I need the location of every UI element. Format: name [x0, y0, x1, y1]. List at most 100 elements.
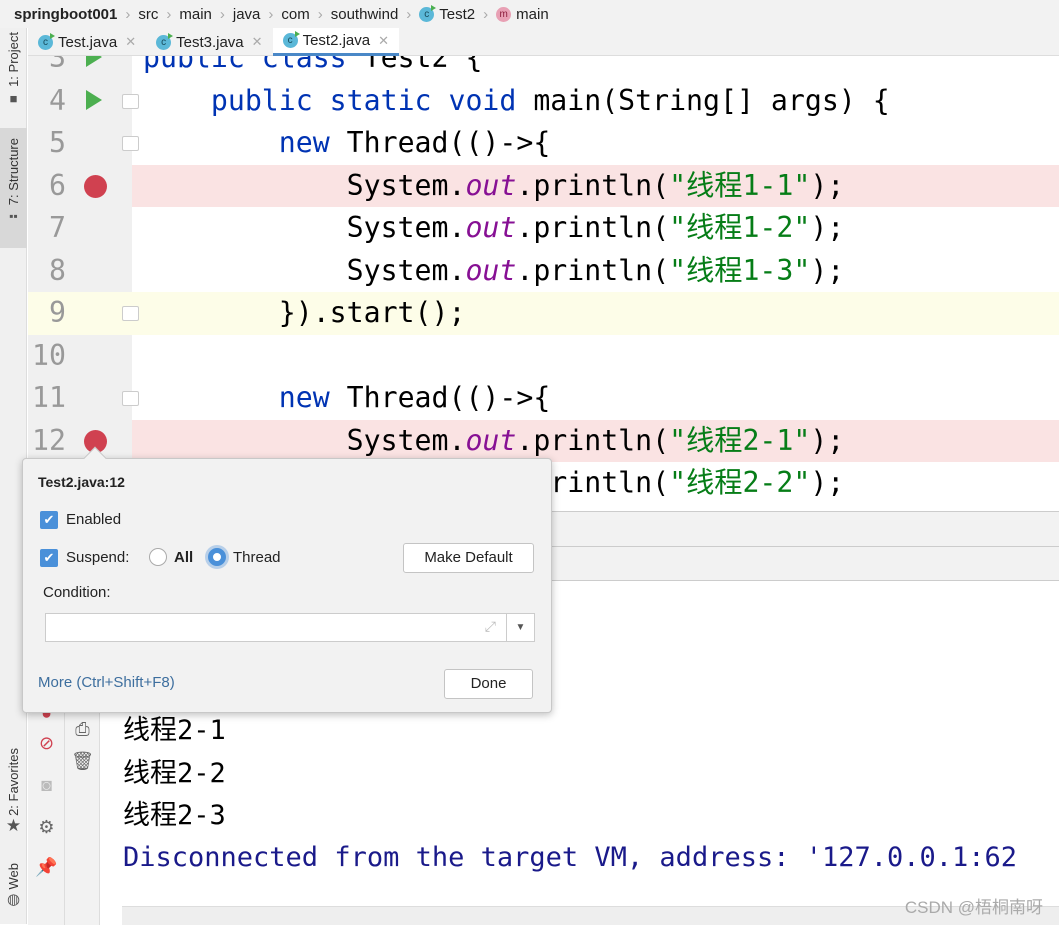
code-text: public static void main(String[] args) {	[132, 80, 1059, 123]
run-icon[interactable]	[86, 89, 102, 110]
code-line[interactable]: 9 }).start();	[28, 292, 1059, 335]
code-line[interactable]: 11 new Thread(()->{	[28, 377, 1059, 420]
code-line[interactable]: 8 System.out.println("线程1-3");	[28, 250, 1059, 293]
mute-breakpoints-icon[interactable]: ⊘	[28, 733, 65, 754]
code-editor[interactable]: 3 public class Test2 {4 public static voi…	[28, 56, 1059, 511]
console-line: 线程2-1	[123, 715, 226, 746]
close-icon[interactable]: ✕	[125, 34, 136, 50]
breadcrumb-item[interactable]: java	[233, 6, 261, 23]
suspend-label: Suspend:	[66, 549, 130, 566]
code-token: public class	[143, 56, 364, 74]
code-token: "线程1-1"	[669, 168, 811, 202]
class-icon: c	[156, 32, 174, 50]
chevron-right-icon: ›	[483, 5, 489, 23]
suspend-all-radio[interactable]	[149, 548, 167, 566]
chevron-right-icon: ›	[219, 5, 225, 23]
code-token: .println(	[516, 168, 670, 202]
camera-icon[interactable]: ◙	[28, 775, 65, 796]
done-button[interactable]: Done	[444, 669, 533, 699]
breadcrumb-item[interactable]: com	[281, 6, 309, 23]
breadcrumb-item[interactable]: m main	[496, 6, 549, 23]
tab-test-java[interactable]: c Test.java ✕	[28, 28, 146, 56]
breadcrumb-item[interactable]: src	[138, 6, 158, 23]
more-link[interactable]: More (Ctrl+Shift+F8)	[38, 674, 175, 691]
code-line[interactable]: 4 public static void main(String[] args)…	[28, 80, 1059, 123]
breadcrumb-item[interactable]: southwind	[331, 6, 399, 23]
condition-input[interactable]: ⤢ ▼	[45, 613, 535, 642]
structure-tab-label: 7: Structure	[6, 138, 21, 206]
line-number: 4	[49, 83, 66, 117]
code-text: System.out.println("线程1-2");	[132, 207, 1059, 250]
breadcrumb-item[interactable]: c Test2	[419, 4, 476, 23]
console-line: 线程2-2	[123, 757, 226, 789]
breadcrumb-item[interactable]: main	[179, 6, 212, 23]
trash-icon[interactable]: 🗑	[65, 751, 100, 772]
tab-test3-java[interactable]: c Test3.java ✕	[146, 28, 272, 56]
folder-icon: ■	[9, 90, 18, 106]
breadcrumb-label: src	[138, 5, 159, 23]
chevron-right-icon: ›	[317, 5, 323, 23]
structure-tool-tab[interactable]: 7: Structure ▪▪	[0, 128, 27, 248]
breadcrumb-item[interactable]: springboot001	[14, 6, 117, 23]
breadcrumb-label: java	[232, 5, 261, 23]
line-number: 11	[32, 381, 66, 414]
expand-icon[interactable]: ⤢	[485, 618, 496, 635]
method-icon: m	[496, 6, 512, 22]
close-icon[interactable]: ✕	[378, 33, 389, 49]
code-token: Thread(()->{	[346, 381, 551, 414]
favorites-tool-tab[interactable]: 2: Favorites ★	[0, 748, 27, 836]
code-token: }).start();	[143, 296, 466, 329]
make-default-button[interactable]: Make Default	[403, 543, 534, 573]
code-token: );	[810, 466, 845, 499]
close-icon[interactable]: ✕	[252, 34, 263, 50]
line-number: 8	[49, 253, 66, 287]
code-token: System.	[143, 423, 466, 457]
editor-tabs: c Test.java ✕ c Test3.java ✕ c Test2.java ✕	[28, 28, 1059, 56]
print-icon[interactable]: ⎙	[65, 719, 100, 740]
line-number: 6	[49, 168, 66, 202]
code-line[interactable]: 6 System.out.println("线程1-1");	[28, 164, 1059, 207]
tab-test2-java[interactable]: c Test2.java ✕	[272, 28, 400, 56]
pin-icon[interactable]: 📌	[28, 857, 65, 878]
settings-icon[interactable]: ⚙	[28, 817, 65, 838]
code-line[interactable]: 3 public class Test2 {	[28, 56, 1059, 80]
class-icon: c	[282, 31, 300, 48]
code-text: System.out.println("线程1-3");	[132, 250, 1059, 293]
enabled-label: Enabled	[66, 511, 122, 528]
code-token: main(String[] args) {	[533, 83, 890, 117]
code-line[interactable]: 10	[28, 335, 1059, 378]
structure-icon: ▪▪	[9, 209, 18, 224]
project-tool-tab[interactable]: 1: Project ■	[0, 32, 27, 106]
code-token: );	[810, 168, 845, 202]
globe-icon: ◍	[6, 890, 21, 908]
run-icon[interactable]	[86, 56, 102, 67]
code-token: );	[810, 423, 845, 457]
enabled-checkbox[interactable]: ✔	[40, 511, 58, 529]
code-token: new	[278, 126, 347, 159]
code-text: public class Test2 {	[132, 56, 1059, 80]
breadcrumb-label: southwind	[330, 5, 399, 23]
line-number: 9	[49, 296, 66, 329]
code-line[interactable]: 5 new Thread(()->{	[28, 122, 1059, 165]
web-tool-tab[interactable]: Web ◍	[0, 863, 27, 908]
project-tab-label: 1: Project	[6, 32, 21, 87]
code-token: .println(	[516, 423, 670, 457]
breadcrumb-label: springboot001	[14, 5, 118, 23]
breakpoint-popup: Test2.java:12 ✔ Enabled ✔ Suspend: All T…	[22, 446, 552, 713]
chevron-right-icon: ›	[166, 5, 172, 23]
code-line[interactable]: 7 System.out.println("线程1-2");	[28, 207, 1059, 250]
chevron-right-icon: ›	[125, 5, 131, 23]
breadcrumb-label: Test2	[439, 5, 476, 23]
breakpoint-icon[interactable]	[84, 174, 107, 198]
line-number: 3	[49, 56, 66, 74]
tab-label: Test.java	[58, 33, 118, 51]
code-token: out	[465, 253, 517, 287]
suspend-checkbox[interactable]: ✔	[40, 549, 58, 567]
line-number: 12	[32, 423, 66, 457]
code-line[interactable]: 12 System.out.println("线程2-1");	[28, 419, 1059, 462]
condition-dropdown-arrow[interactable]: ▼	[506, 614, 534, 641]
suspend-thread-radio[interactable]	[208, 548, 226, 566]
